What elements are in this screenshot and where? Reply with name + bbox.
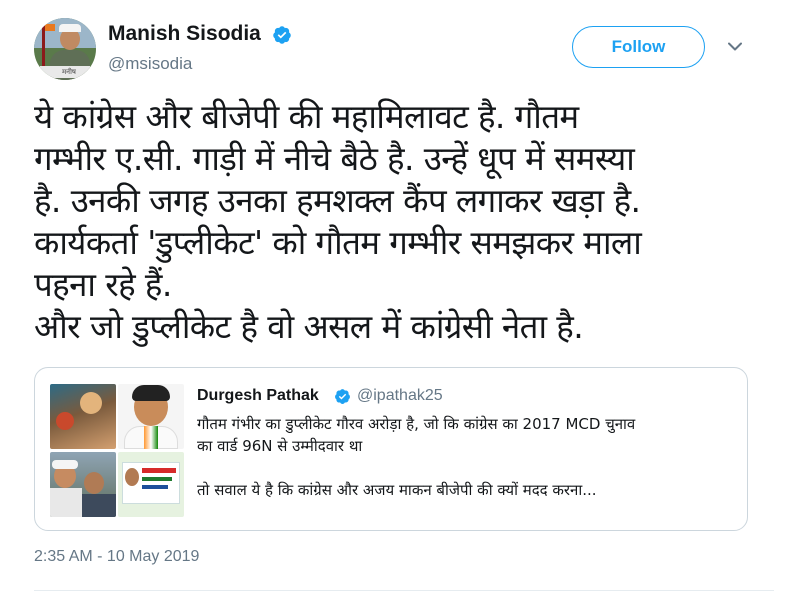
photo-2-hair: [132, 385, 170, 401]
avatar-caption: मनीष: [62, 68, 76, 76]
photo-4-poster-text-3: [142, 485, 168, 489]
quoted-tweet-card[interactable]: Durgesh Pathak @ipathak25 गौतम गंभीर का …: [34, 367, 748, 531]
avatar-caption-plate: मनीष: [40, 66, 90, 78]
verified-badge-icon: [335, 389, 350, 404]
photo-3-cap: [52, 460, 78, 469]
photo-2-scarf: [144, 426, 158, 449]
quoted-tweet-text: गौतम गंभीर का डुप्लीकेट गौरव अरोड़ा है, …: [197, 415, 636, 499]
tweet-header: मनीष Manish Sisodia @msisodia Follow: [34, 18, 774, 84]
follow-button[interactable]: Follow: [572, 26, 705, 68]
quoted-author-handle[interactable]: @ipathak25: [357, 387, 443, 405]
photo-4-poster-face: [125, 468, 139, 486]
author-avatar[interactable]: मनीष: [34, 18, 96, 80]
photo-3-face-2: [84, 472, 104, 494]
quoted-tweet-media-grid[interactable]: [50, 384, 184, 517]
author-name[interactable]: Manish Sisodia: [108, 22, 261, 46]
photo-1-figure: [56, 412, 74, 430]
divider: [34, 590, 774, 591]
quoted-author-name[interactable]: Durgesh Pathak: [197, 387, 319, 405]
tweet-text: ये कांग्रेस और बीजेपी की महामिलावट है. ग…: [34, 97, 642, 346]
photo-3-body-1: [50, 488, 82, 517]
photo-4-poster-text-1: [142, 468, 176, 473]
author-handle[interactable]: @msisodia: [108, 54, 192, 74]
avatar-flag: [45, 24, 55, 31]
quoted-media-photo-4[interactable]: [118, 452, 184, 517]
photo-4-poster-text-2: [142, 477, 172, 481]
tweet-timestamp[interactable]: 2:35 AM - 10 May 2019: [34, 548, 199, 566]
quoted-media-photo-3[interactable]: [50, 452, 116, 517]
photo-1-figure-2: [80, 392, 102, 414]
avatar-person-cap: [59, 24, 81, 32]
chevron-down-icon[interactable]: [728, 42, 742, 52]
verified-badge-icon: [273, 26, 291, 44]
quoted-media-photo-2[interactable]: [118, 384, 184, 449]
photo-3-body-2: [82, 494, 116, 517]
quoted-media-photo-1[interactable]: [50, 384, 116, 449]
